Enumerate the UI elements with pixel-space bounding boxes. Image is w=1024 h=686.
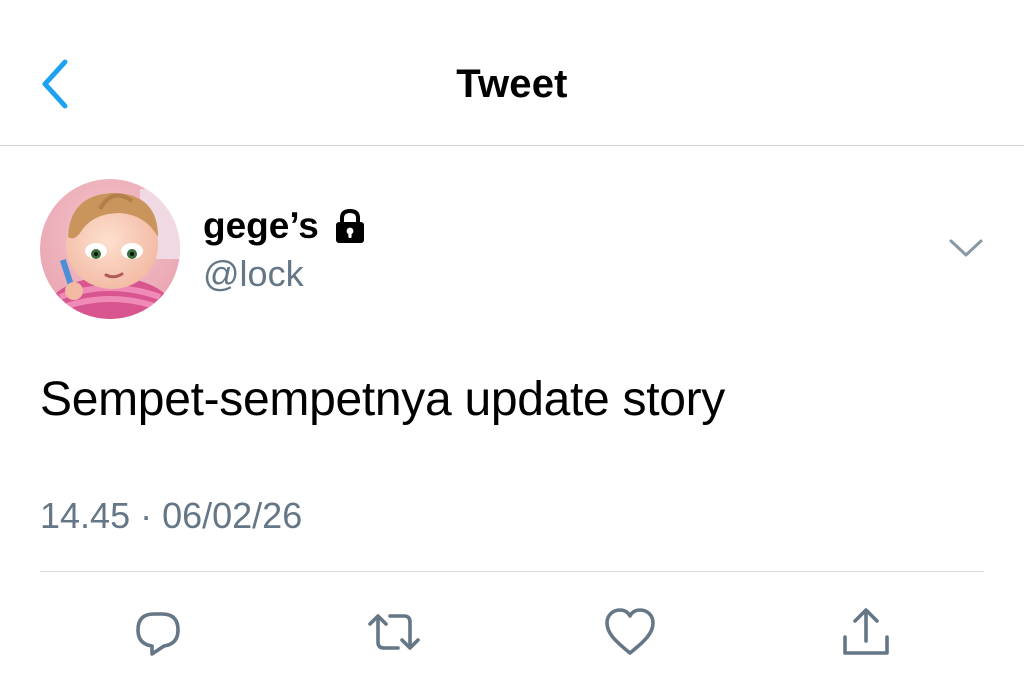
page-title: Tweet [456,62,568,106]
reply-button[interactable] [128,602,188,662]
share-icon [843,608,889,655]
chevron-down-icon [949,239,983,257]
reply-icon [136,612,180,656]
tweet-timestamp[interactable]: 14.45 · 06/02/26 [40,494,302,538]
user-handle[interactable]: @lock [203,252,304,296]
avatar[interactable] [40,179,180,319]
lock-icon [335,208,364,243]
retweet-icon [368,614,420,650]
divider [40,571,984,572]
avatar-image [40,179,180,319]
tweet-text: Sempet-sempetnya update story [40,373,726,426]
share-button[interactable] [836,602,896,662]
more-options-button[interactable] [944,228,988,268]
heart-icon [605,608,655,655]
retweet-button[interactable] [364,602,424,662]
like-button[interactable] [600,602,660,662]
author-row: gege’s [203,204,369,248]
navigation-bar: Tweet [0,0,1024,146]
display-name[interactable]: gege’s [203,204,319,248]
